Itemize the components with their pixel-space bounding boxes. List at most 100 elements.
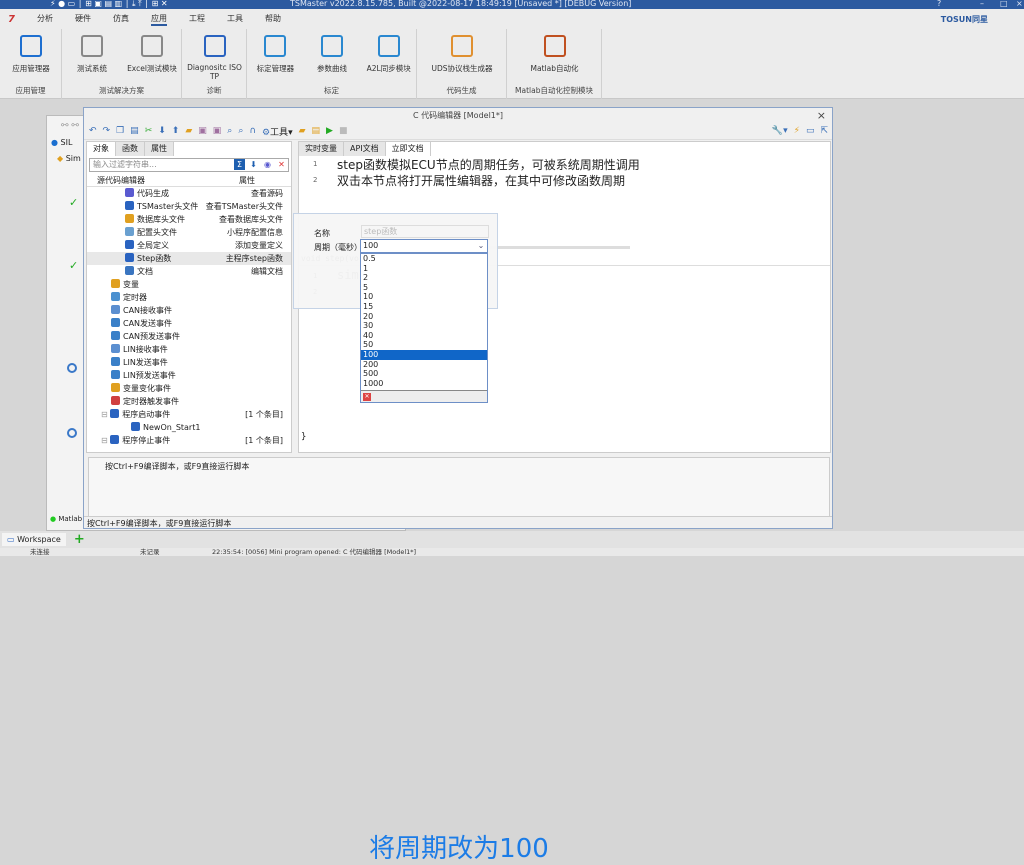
tree-row[interactable]: LIN发送事件 — [87, 356, 291, 369]
search-icon[interactable]: ⌕ — [227, 126, 232, 136]
add-workspace-button[interactable]: + — [74, 532, 85, 547]
tab-2[interactable]: 立即文档 — [386, 142, 431, 156]
period-option[interactable]: 50 — [361, 340, 487, 350]
minimize-button[interactable]: – — [980, 0, 984, 8]
filter-apply-icon[interactable]: Σ — [234, 159, 245, 170]
run-icon[interactable]: ▶ — [326, 126, 333, 136]
tree-row[interactable]: 数据库头文件查看数据库头文件 — [87, 213, 291, 226]
menu-item[interactable]: 工具 — [227, 13, 243, 26]
save-icon[interactable]: ▣ — [198, 126, 207, 136]
headset-icon[interactable]: ∩ — [249, 126, 256, 136]
tab-1[interactable]: 函数 — [116, 142, 145, 156]
tab-0[interactable]: 实时变量 — [299, 142, 344, 156]
ribbon-button[interactable]: A2L同步模块 — [360, 35, 417, 74]
tree-row[interactable]: 定时器 — [87, 291, 291, 304]
open-folder-icon[interactable]: ▰ — [185, 126, 192, 136]
quick-access-icons[interactable]: ⚡ ● ▭ │ ⊞ ▣ ▤ ▥ │ ⤓ ⤒ │ ⊞ ✕ — [50, 0, 168, 8]
period-option[interactable]: 2 — [361, 273, 487, 283]
menu-item[interactable]: 帮助 — [265, 13, 281, 26]
tree-row[interactable]: 全局定义添加变量定义 — [87, 239, 291, 252]
clear-icon[interactable]: ✕ — [363, 393, 371, 401]
find-next-icon[interactable]: ⌕ — [238, 126, 243, 136]
ribbon-button[interactable]: 参数曲线 — [304, 35, 361, 74]
redo-icon[interactable]: ↷ — [103, 126, 111, 136]
window-icon[interactable]: ▭ — [806, 126, 815, 136]
menu-item[interactable]: 应用 — [151, 13, 167, 26]
link-icons[interactable]: ⚯ ⚯ — [61, 121, 79, 131]
period-option[interactable]: 0.5 — [361, 254, 487, 264]
menu-item[interactable]: 仿真 — [113, 13, 129, 26]
period-option[interactable]: 1 — [361, 264, 487, 274]
clear-filter-icon[interactable]: ✕ — [276, 159, 287, 170]
help-button[interactable]: ? — [937, 0, 941, 8]
period-combobox[interactable]: 100⌄ — [360, 239, 488, 253]
ribbon-button[interactable]: 标定管理器 — [247, 35, 304, 74]
close-button[interactable]: × — [1016, 0, 1023, 8]
copy-icon[interactable]: ❐ — [116, 126, 124, 136]
tree-row[interactable]: LIN预发送事件 — [87, 369, 291, 382]
refresh-icon[interactable]: ◉ — [262, 159, 273, 170]
period-option[interactable]: 500 — [361, 369, 487, 379]
tree-row[interactable]: ⊟ 程序停止事件[1 个条目] — [87, 434, 291, 447]
ribbon-button[interactable]: Excel测试模块 — [122, 35, 182, 74]
tree-row[interactable]: 文档编辑文档 — [87, 265, 291, 278]
close-icon[interactable]: × — [817, 108, 826, 123]
tree-row[interactable]: ⊟ 程序启动事件[1 个条目] — [87, 408, 291, 421]
tab-0[interactable]: 对象 — [87, 142, 116, 156]
period-option[interactable]: 30 — [361, 321, 487, 331]
tree-row[interactable]: NewOn_Start1 — [87, 421, 291, 434]
move-down-icon[interactable]: ⬇ — [158, 126, 166, 136]
cut-icon[interactable]: ✂ — [145, 126, 153, 136]
tree-row[interactable]: 变量变化事件 — [87, 382, 291, 395]
ribbon-button[interactable]: 应用管理器 — [0, 35, 62, 74]
period-option[interactable]: 20 — [361, 312, 487, 322]
period-option[interactable]: 100 — [361, 350, 487, 360]
tree-item-icon — [111, 292, 120, 301]
period-option[interactable]: 10 — [361, 292, 487, 302]
tree-row[interactable]: 定时器触发事件 — [87, 395, 291, 408]
tree-row[interactable]: CAN预发送事件 — [87, 330, 291, 343]
save-as-icon[interactable]: ▣ — [213, 126, 222, 136]
ribbon-button[interactable]: Diagnositc ISO TP — [182, 35, 247, 81]
ribbon-button[interactable]: UDS协议栈生成器 — [417, 35, 507, 74]
paste-icon[interactable]: ▤ — [130, 126, 139, 136]
period-option[interactable]: 200 — [361, 360, 487, 370]
tree-row[interactable]: 配置头文件小程序配置信息 — [87, 226, 291, 239]
popout-icon[interactable]: ⇱ — [820, 126, 828, 136]
tree-row[interactable]: CAN接收事件 — [87, 304, 291, 317]
stop-icon[interactable]: ■ — [339, 126, 348, 136]
undo-icon[interactable]: ↶ — [89, 126, 97, 136]
tree-row[interactable]: 代码生成查看源码 — [87, 187, 291, 200]
chevron-down-icon[interactable]: ⌄ — [475, 240, 487, 252]
tab-2[interactable]: 属性 — [145, 142, 174, 156]
lightning-icon[interactable]: ⚡ — [794, 126, 800, 136]
collapse-icon[interactable]: ⊟ — [101, 410, 110, 419]
filter-input[interactable]: 输入过滤字符串... Σ⬇◉✕ — [89, 158, 289, 172]
tree-row[interactable]: 变量 — [87, 278, 291, 291]
compile-icon[interactable]: ▤ — [312, 126, 321, 136]
menu-item[interactable]: 工程 — [189, 13, 205, 26]
period-option[interactable]: 1000 — [361, 379, 487, 389]
filter-down-icon[interactable]: ⬇ — [248, 159, 259, 170]
tree-row[interactable]: CAN发送事件 — [87, 317, 291, 330]
folder-icon[interactable]: ▰ — [299, 126, 306, 136]
name-field[interactable]: step函数 — [361, 225, 489, 238]
period-option[interactable]: 15 — [361, 302, 487, 312]
workspace-tab[interactable]: ▭ Workspace — [2, 533, 66, 546]
menu-item[interactable]: 分析 — [37, 13, 53, 26]
tree-row[interactable]: LIN接收事件 — [87, 343, 291, 356]
wrench-icon[interactable]: 🔧▾ — [772, 126, 788, 136]
tab-1[interactable]: API文档 — [344, 142, 386, 156]
tree-row[interactable]: Step函数主程序step函数 — [87, 252, 291, 265]
ribbon-group: 标定管理器参数曲线A2L同步模块标定 — [247, 29, 417, 99]
menu-item[interactable]: 硬件 — [75, 13, 91, 26]
move-up-icon[interactable]: ⬆ — [172, 126, 180, 136]
period-option[interactable]: 5 — [361, 283, 487, 293]
maximize-button[interactable]: □ — [1000, 0, 1008, 8]
collapse-icon[interactable]: ⊟ — [101, 436, 110, 445]
ribbon-button[interactable]: Matlab自动化 — [507, 35, 602, 74]
tools-menu[interactable]: ⚙工具▾ — [262, 125, 293, 138]
tree-row[interactable]: TSMaster头文件查看TSMaster头文件 — [87, 200, 291, 213]
period-option[interactable]: 40 — [361, 331, 487, 341]
ribbon-button[interactable]: 测试系统 — [62, 35, 122, 74]
